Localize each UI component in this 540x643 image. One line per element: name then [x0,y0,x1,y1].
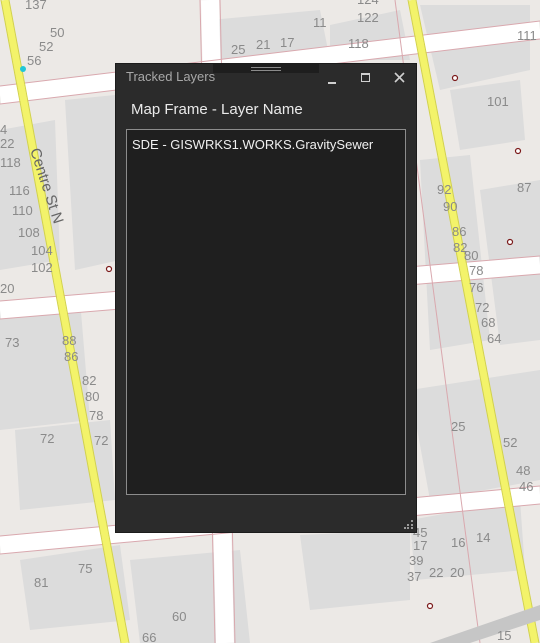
parcel-label: 15 [497,628,511,643]
parcel-label: 102 [31,260,53,275]
parcel-label: 64 [487,331,501,346]
parcel-label: 72 [475,300,489,315]
parcel-label: 118 [348,36,369,51]
parcel-label: 81 [34,575,48,590]
parcel-label: 122 [357,10,379,25]
parcel-label: 108 [18,225,40,240]
parcel-label: 88 [62,333,76,348]
parcel-label: 56 [27,53,41,68]
maximize-icon[interactable] [353,67,379,89]
window-title: Tracked Layers [126,69,216,84]
parcel-label: 80 [85,389,99,404]
parcel-label: 78 [469,263,483,278]
drag-grip-icon[interactable] [213,64,319,73]
parcel-label: 11 [313,15,327,30]
parcel-label: 76 [469,280,483,295]
parcel-label: 111 [517,28,537,43]
parcel-label: 22 [429,565,443,580]
parcel-label: 86 [64,349,78,364]
list-item[interactable]: SDE - GISWRKS1.WORKS.GravitySewer [132,137,373,152]
parcel-label: 101 [487,94,509,109]
parcel-label: 17 [280,35,294,50]
parcel-label: 92 [437,182,451,197]
parcel-label: 39 [409,553,423,568]
parcel-label: 46 [519,479,533,494]
close-icon[interactable] [387,67,413,89]
parcel-label: 50 [50,25,64,40]
parcel-label: 20 [0,281,14,296]
resize-grip-icon[interactable] [404,520,413,529]
column-header: Map Frame - Layer Name [131,101,303,118]
parcel-label: 37 [407,569,421,584]
parcel-label: 60 [172,609,186,624]
layer-list[interactable]: SDE - GISWRKS1.WORKS.GravitySewer [126,129,406,495]
parcel-label: 104 [31,243,53,258]
parcel-label: 137 [25,0,47,12]
parcel-label: 25 [231,42,245,57]
parcel-label: 80 [464,248,478,263]
parcel-label: 68 [481,315,495,330]
parcel-label: 14 [476,530,490,545]
parcel-label: 90 [443,199,457,214]
parcel-label: 25 [451,419,465,434]
parcel-label: 20 [450,565,464,580]
parcel-label: 52 [503,435,517,450]
parcel-label: 82 [82,373,96,388]
minimize-icon[interactable] [319,67,345,89]
parcel-label: 75 [78,561,92,576]
parcel-label: 16 [451,535,465,550]
parcel-label: 73 [5,335,19,350]
parcel-label: 48 [516,463,530,478]
parcel-label: 87 [517,180,531,195]
parcel-label: 4 [0,122,7,137]
parcel-label: 72 [94,433,108,448]
parcel-label: 72 [40,431,54,446]
parcel-label: 116 [9,183,30,198]
parcel-label: 52 [39,39,53,54]
parcel-label: 86 [452,224,466,239]
parcel-label: 66 [142,630,156,643]
parcel-label: 17 [413,538,427,553]
parcel-label: 21 [256,37,270,52]
tracked-layers-window: Tracked Layers Map Frame - Layer Name SD… [116,64,416,532]
parcel-label: 110 [12,203,33,218]
parcel-label: 124 [357,0,379,7]
parcel-label: 78 [89,408,103,423]
parcel-label: 118 [0,155,21,170]
parcel-label: 22 [0,136,14,151]
